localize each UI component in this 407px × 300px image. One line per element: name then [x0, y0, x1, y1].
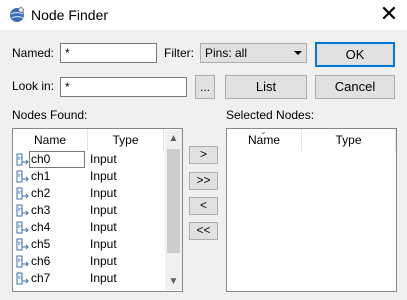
- input-pin-icon: in: [16, 153, 29, 166]
- column-header-type[interactable]: Type: [302, 129, 396, 151]
- list-item[interactable]: in ch2 Input: [14, 185, 164, 202]
- cancel-button[interactable]: Cancel: [315, 75, 395, 99]
- add-all-button[interactable]: >>: [189, 172, 218, 190]
- look-in-input[interactable]: *: [60, 77, 187, 97]
- svg-text:in: in: [18, 190, 23, 196]
- node-type: Input: [90, 254, 117, 268]
- list-item[interactable]: in ch5 Input: [14, 236, 164, 253]
- filter-label: Filter:: [164, 46, 194, 60]
- svg-text:in: in: [18, 173, 23, 179]
- app-globe-icon: [10, 7, 24, 22]
- node-name: ch4: [31, 220, 51, 234]
- input-pin-icon: in: [16, 204, 29, 217]
- chevron-down-icon: [294, 51, 302, 55]
- named-label: Named:: [12, 46, 55, 60]
- input-pin-icon: in: [16, 187, 29, 200]
- list-item[interactable]: in ch6 Input: [14, 253, 164, 270]
- node-type: Input: [90, 169, 117, 183]
- node-type: Input: [90, 220, 117, 234]
- node-type: Input: [90, 237, 117, 251]
- list-item[interactable]: in ch3 Input: [14, 202, 164, 219]
- node-name: ch5: [31, 237, 51, 251]
- input-pin-icon: in: [16, 272, 29, 285]
- list-item[interactable]: in ch4 Input: [14, 219, 164, 236]
- list-button[interactable]: List: [225, 75, 307, 99]
- node-type: Input: [90, 152, 117, 166]
- scrollbar-thumb[interactable]: [167, 149, 180, 253]
- nodes-found-label: Nodes Found:: [12, 108, 88, 122]
- node-name: ch6: [31, 254, 51, 268]
- svg-text:in: in: [18, 224, 23, 230]
- input-pin-icon: in: [16, 170, 29, 183]
- svg-text:in: in: [18, 275, 23, 281]
- node-name: ch1: [31, 169, 51, 183]
- title-bar: Node Finder ✕: [0, 0, 407, 30]
- remove-selected-button[interactable]: <: [189, 197, 218, 215]
- selected-nodes-label: Selected Nodes:: [226, 108, 315, 122]
- node-type: Input: [90, 271, 117, 285]
- scroll-up-arrow-icon[interactable]: ▲: [165, 130, 182, 147]
- node-type: Input: [90, 186, 117, 200]
- selected-nodes-list[interactable]: ⌄ Name Type: [226, 128, 397, 292]
- column-header-name[interactable]: ⌄ Name: [227, 129, 302, 151]
- filter-dropdown[interactable]: Pins: all: [200, 43, 307, 63]
- look-in-label: Look in:: [12, 79, 55, 93]
- node-name: ch2: [31, 186, 51, 200]
- input-pin-icon: in: [16, 255, 29, 268]
- column-header-name[interactable]: Name: [13, 129, 88, 151]
- window-title: Node Finder: [31, 7, 109, 23]
- remove-all-button[interactable]: <<: [189, 222, 218, 240]
- svg-text:in: in: [18, 241, 23, 247]
- node-name: ch0: [31, 152, 51, 166]
- scroll-down-arrow-icon[interactable]: ▼: [165, 273, 182, 290]
- named-input[interactable]: *: [60, 43, 157, 63]
- node-name: ch3: [31, 203, 51, 217]
- add-selected-button[interactable]: >: [189, 146, 218, 164]
- ok-button[interactable]: OK: [315, 42, 395, 67]
- nodes-found-list[interactable]: Name Type in ch0 Input in ch1 Input in c…: [12, 128, 183, 292]
- svg-text:in: in: [18, 207, 23, 213]
- svg-text:in: in: [18, 156, 23, 162]
- list-item[interactable]: in ch0 Input: [14, 151, 164, 168]
- node-name: ch7: [31, 271, 51, 285]
- list-item[interactable]: in ch1 Input: [14, 168, 164, 185]
- nodes-found-scrollbar[interactable]: ▲ ▼: [165, 130, 182, 290]
- browse-button[interactable]: ...: [195, 75, 215, 99]
- node-type: Input: [90, 203, 117, 217]
- svg-text:in: in: [18, 258, 23, 264]
- input-pin-icon: in: [16, 221, 29, 234]
- sort-indicator-icon: ⌄: [260, 128, 267, 136]
- input-pin-icon: in: [16, 238, 29, 251]
- filter-selected-value: Pins: all: [205, 46, 248, 60]
- column-header-type[interactable]: Type: [88, 129, 164, 151]
- list-item[interactable]: in ch7 Input: [14, 270, 164, 287]
- close-icon[interactable]: ✕: [372, 1, 406, 29]
